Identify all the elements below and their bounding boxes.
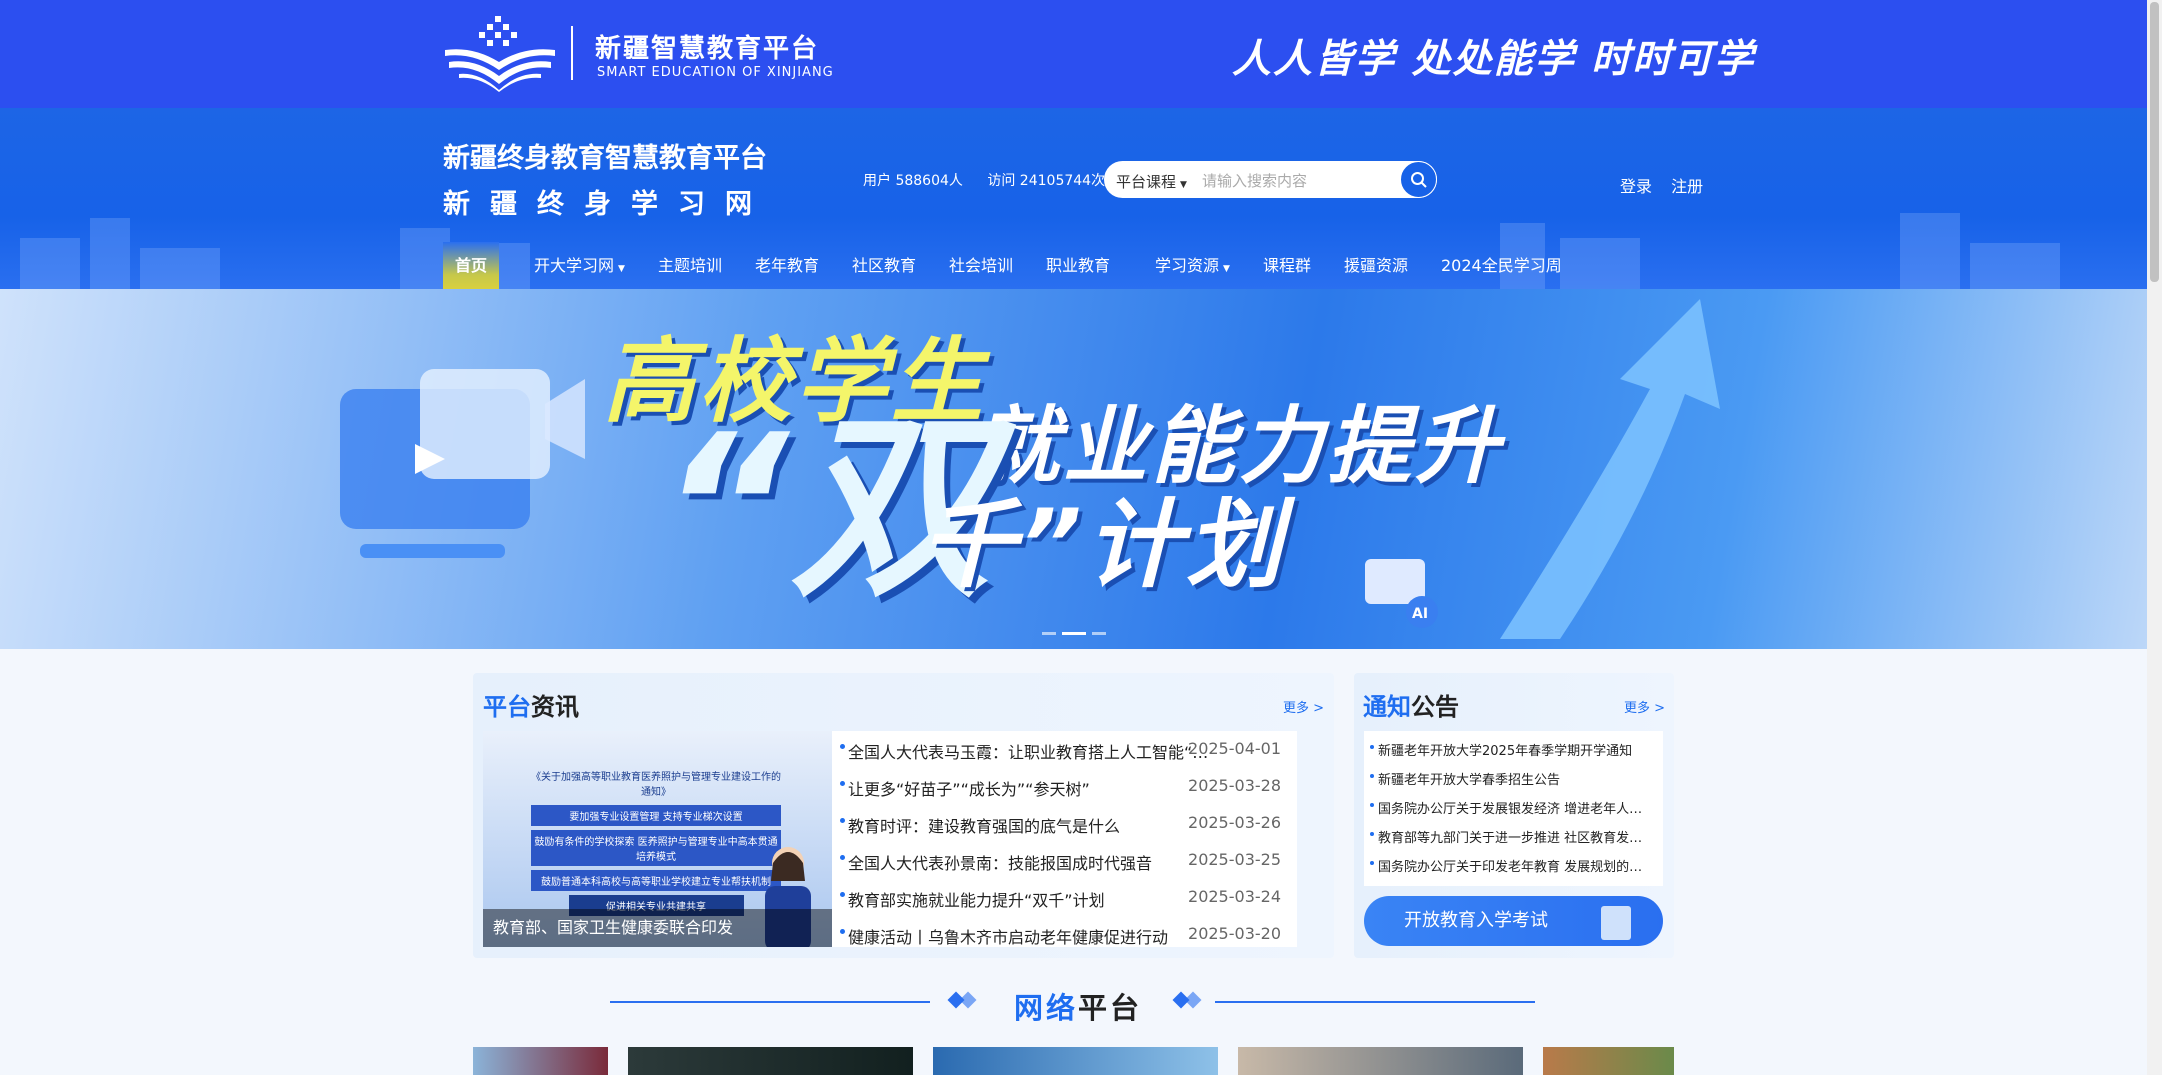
nav-item-social-training[interactable]: 社会培训 — [938, 242, 1024, 289]
news-image-caption: 教育部、国家卫生健康委联合印发 — [483, 909, 832, 947]
bullet-icon — [1370, 774, 1374, 778]
nav-item-learning-week[interactable]: 2024全民学习周 — [1430, 242, 1573, 289]
carousel-dot[interactable] — [1042, 632, 1056, 635]
bullet-icon — [840, 929, 845, 934]
search-button[interactable] — [1400, 161, 1437, 198]
slogan: 人人皆学 处处能学 时时可学 — [1232, 37, 1756, 82]
bullet-icon — [840, 855, 845, 860]
banner-headline-3: 千”计划 — [920, 489, 1286, 601]
logo-icon[interactable] — [443, 16, 561, 92]
network-platform-title: 网络平台 — [1014, 991, 1143, 1025]
search-input[interactable] — [1200, 167, 1394, 194]
section-title: 平台资讯 — [483, 693, 579, 721]
platform-card-thumbnail[interactable] — [933, 1047, 1218, 1075]
notice-section: 通知公告 更多 > 新疆老年开放大学2025年春季学期开学通知 新疆老年开放大学… — [1354, 673, 1674, 958]
bullet-icon — [840, 892, 845, 897]
logo-title[interactable]: 新疆智慧教育平台 — [595, 28, 819, 65]
carousel-indicators — [1042, 632, 1106, 635]
news-item[interactable]: 健康活动丨乌鲁木齐市启动老年健康促进行动 2025-03-20 — [832, 916, 1297, 953]
news-item[interactable]: 教育时评：建设教育强国的底气是什么 2025-03-26 — [832, 805, 1297, 842]
news-image-board: 《关于加强高等职业教育医养照护与管理专业建设工作的通知》 要加强专业设置管理 支… — [531, 761, 781, 916]
notice-item[interactable]: 新疆老年开放大学春季招生公告 — [1364, 762, 1663, 791]
scrollbar-thumb[interactable] — [2150, 2, 2159, 282]
growth-arrow-decoration — [1500, 299, 1720, 639]
news-item[interactable]: 教育部实施就业能力提升“双千”计划 2025-03-24 — [832, 879, 1297, 916]
platform-news-section: 平台资讯 更多 > 《关于加强高等职业教育医养照护与管理专业建设工作的通知》 要… — [473, 673, 1334, 958]
title-decoration-line — [1215, 1001, 1535, 1003]
notice-item[interactable]: 国务院办公厅关于印发老年教育 发展规划的通知 — [1364, 849, 1663, 878]
visit-count: 访问 24105744次 — [987, 173, 1106, 189]
notice-list: 新疆老年开放大学2025年春季学期开学通知 新疆老年开放大学春季招生公告 国务院… — [1364, 731, 1663, 886]
notice-item[interactable]: 新疆老年开放大学2025年春季学期开学通知 — [1364, 733, 1663, 762]
search-icon — [1410, 171, 1427, 188]
news-featured-image[interactable]: 《关于加强高等职业教育医养照护与管理专业建设工作的通知》 要加强专业设置管理 支… — [483, 731, 832, 947]
ai-chat-icon: AI — [1365, 559, 1438, 628]
video-camera-icon — [340, 369, 585, 558]
title-decoration-line — [610, 1001, 930, 1003]
nav-item-xinjiang-aid-resources[interactable]: 援疆资源 — [1333, 242, 1419, 289]
carousel-dot-active[interactable] — [1062, 632, 1086, 635]
search-box: 平台课程 ▼ — [1104, 161, 1437, 198]
site-stats: 用户 588604人 访问 24105744次 — [863, 170, 1125, 190]
notice-more-link[interactable]: 更多 > — [1624, 697, 1665, 716]
chevron-down-icon: ▼ — [1223, 264, 1230, 274]
diamond-icon — [1184, 991, 1202, 1009]
bullet-icon — [840, 744, 845, 749]
platform-card-thumbnail[interactable] — [473, 1047, 608, 1075]
svg-text:AI: AI — [1412, 606, 1428, 622]
bullet-icon — [840, 818, 845, 823]
logo-subtitle: SMART EDUCATION OF XINJIANG — [597, 65, 834, 80]
nav-item-course-groups[interactable]: 课程群 — [1252, 242, 1322, 289]
diamond-icon — [959, 991, 977, 1009]
hero-banner[interactable]: 高校学生 就业能力提升 “双 千”计划 AI — [0, 289, 2147, 649]
bullet-icon — [1370, 832, 1374, 836]
register-link[interactable]: 注册 — [1671, 177, 1703, 196]
entrance-exam-button[interactable]: 开放教育入学考试 — [1364, 896, 1663, 946]
news-more-link[interactable]: 更多 > — [1283, 697, 1324, 716]
nav-item-open-university[interactable]: 开大学习网 ▼ — [523, 242, 636, 289]
login-link[interactable]: 登录 — [1620, 177, 1652, 196]
bullet-icon — [840, 781, 845, 786]
news-list: 全国人大代表马玉霞：让职业教育搭上人工智能“快车” 2025-04-01 让更多“… — [832, 731, 1297, 947]
bullet-icon — [1370, 745, 1374, 749]
top-bar: 新疆智慧教育平台 SMART EDUCATION OF XINJIANG 人人皆… — [0, 0, 2147, 108]
carousel-dot[interactable] — [1092, 632, 1106, 635]
nav-item-elderly-education[interactable]: 老年教育 — [744, 242, 830, 289]
auth-links: 登录 注册 — [1620, 173, 1717, 197]
document-icon — [1601, 906, 1631, 940]
site-name-primary[interactable]: 新疆终身教育智慧教育平台 — [443, 136, 767, 175]
notice-item[interactable]: 教育部等九部门关于进一步推进 社区教育发展的意见 — [1364, 820, 1663, 849]
bullet-icon — [1370, 803, 1374, 807]
site-header: 新疆终身教育智慧教育平台 新疆终身学习网 用户 588604人 访问 24105… — [0, 108, 2147, 289]
site-name-secondary: 新疆终身学习网 — [443, 189, 772, 220]
chevron-down-icon: ▼ — [1180, 180, 1187, 190]
page-scrollbar[interactable] — [2147, 0, 2162, 1075]
main-nav: 首页 开大学习网 ▼ 主题培训 老年教育 社区教育 社会培训 职业教育 学习资源 ▼… — [443, 242, 1584, 289]
nav-item-home[interactable]: 首页 — [443, 242, 500, 289]
platform-card-thumbnail[interactable] — [628, 1047, 913, 1075]
search-category-select[interactable]: 平台课程 ▼ — [1116, 171, 1187, 192]
news-item[interactable]: 全国人大代表孙景南：技能报国成时代强音 2025-03-25 — [832, 842, 1297, 879]
user-count: 用户 588604人 — [863, 173, 963, 189]
platform-card-thumbnail[interactable] — [1543, 1047, 1674, 1075]
nav-item-theme-training[interactable]: 主题培训 — [647, 242, 733, 289]
news-item[interactable]: 全国人大代表马玉霞：让职业教育搭上人工智能“快车” 2025-04-01 — [832, 731, 1297, 768]
section-title: 通知公告 — [1363, 693, 1459, 721]
nav-item-vocational-education[interactable]: 职业教育 — [1035, 242, 1121, 289]
chevron-down-icon: ▼ — [618, 264, 625, 274]
logo-divider — [571, 26, 573, 80]
notice-item[interactable]: 国务院办公厅关于发展银发经济 增进老年人福祉的意见 — [1364, 791, 1663, 820]
bullet-icon — [1370, 861, 1374, 865]
news-item[interactable]: 让更多“好苗子”“成长为”“参天树” 2025-03-28 — [832, 768, 1297, 805]
nav-item-learning-resources[interactable]: 学习资源 ▼ — [1144, 242, 1241, 289]
platform-card-thumbnail[interactable] — [1238, 1047, 1523, 1075]
nav-item-community-education[interactable]: 社区教育 — [841, 242, 927, 289]
